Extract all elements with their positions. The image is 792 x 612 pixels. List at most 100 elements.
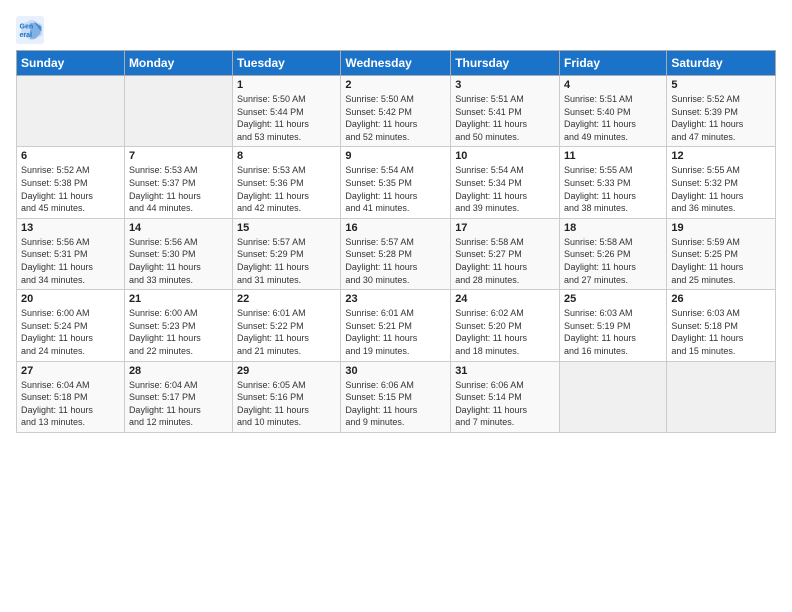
calendar-cell: 2Sunrise: 5:50 AM Sunset: 5:42 PM Daylig…: [341, 76, 451, 147]
cell-info: Sunrise: 6:02 AM Sunset: 5:20 PM Dayligh…: [455, 307, 555, 357]
cell-info: Sunrise: 5:53 AM Sunset: 5:37 PM Dayligh…: [129, 164, 228, 214]
day-number: 30: [345, 365, 446, 377]
calendar-week-row: 20 Sunrise: 6:00 AM Sunset: 5:24 PM Dayli…: [17, 290, 776, 361]
day-number: 8: [237, 150, 336, 162]
calendar-cell: 11 Sunrise: 5:55 AM Sunset: 5:33 PM Dayli…: [560, 147, 667, 218]
calendar-cell: 8 Sunrise: 5:53 AM Sunset: 5:36 PM Daylig…: [233, 147, 341, 218]
cell-info: Sunrise: 6:06 AM Sunset: 5:14 PM Dayligh…: [455, 379, 555, 429]
cell-info: Sunrise: 6:01 AM Sunset: 5:21 PM Dayligh…: [345, 307, 446, 357]
day-number: 3: [455, 79, 555, 91]
calendar-cell: 26 Sunrise: 6:03 AM Sunset: 5:18 PM Dayli…: [667, 290, 776, 361]
day-number: 22: [237, 293, 336, 305]
calendar-cell: 12 Sunrise: 5:55 AM Sunset: 5:32 PM Dayli…: [667, 147, 776, 218]
day-number: 9: [345, 150, 446, 162]
weekday-header: Friday: [560, 51, 667, 76]
weekday-header: Saturday: [667, 51, 776, 76]
day-number: 10: [455, 150, 555, 162]
calendar-cell: 16Sunrise: 5:57 AM Sunset: 5:28 PM Dayli…: [341, 218, 451, 289]
cell-info: Sunrise: 5:50 AM Sunset: 5:44 PM Dayligh…: [237, 93, 336, 143]
cell-info: Sunrise: 5:58 AM Sunset: 5:27 PM Dayligh…: [455, 236, 555, 286]
calendar-header: SundayMondayTuesdayWednesdayThursdayFrid…: [17, 51, 776, 76]
day-number: 25: [564, 293, 662, 305]
calendar-cell: 19Sunrise: 5:59 AM Sunset: 5:25 PM Dayli…: [667, 218, 776, 289]
calendar-week-row: 13 Sunrise: 5:56 AM Sunset: 5:31 PM Dayli…: [17, 218, 776, 289]
calendar-cell: [667, 361, 776, 432]
calendar-week-row: 6Sunrise: 5:52 AM Sunset: 5:38 PM Daylig…: [17, 147, 776, 218]
calendar-cell: 20 Sunrise: 6:00 AM Sunset: 5:24 PM Dayli…: [17, 290, 125, 361]
cell-info: Sunrise: 5:54 AM Sunset: 5:34 PM Dayligh…: [455, 164, 555, 214]
svg-text:eral: eral: [20, 32, 33, 39]
calendar-cell: 18 Sunrise: 5:58 AM Sunset: 5:26 PM Dayli…: [560, 218, 667, 289]
calendar-cell: [560, 361, 667, 432]
calendar-cell: 23 Sunrise: 6:01 AM Sunset: 5:21 PM Dayli…: [341, 290, 451, 361]
cell-info: Sunrise: 5:53 AM Sunset: 5:36 PM Dayligh…: [237, 164, 336, 214]
calendar-cell: 3 Sunrise: 5:51 AM Sunset: 5:41 PM Daylig…: [451, 76, 560, 147]
cell-info: Sunrise: 5:56 AM Sunset: 5:30 PM Dayligh…: [129, 236, 228, 286]
day-number: 4: [564, 79, 662, 91]
calendar-cell: 10 Sunrise: 5:54 AM Sunset: 5:34 PM Dayli…: [451, 147, 560, 218]
cell-info: Sunrise: 5:57 AM Sunset: 5:29 PM Dayligh…: [237, 236, 336, 286]
calendar-cell: 29Sunrise: 6:05 AM Sunset: 5:16 PM Dayli…: [233, 361, 341, 432]
weekday-header: Sunday: [17, 51, 125, 76]
day-number: 16: [345, 222, 446, 234]
calendar-cell: 15 Sunrise: 5:57 AM Sunset: 5:29 PM Dayli…: [233, 218, 341, 289]
cell-info: Sunrise: 6:06 AM Sunset: 5:15 PM Dayligh…: [345, 379, 446, 429]
cell-info: Sunrise: 5:54 AM Sunset: 5:35 PM Dayligh…: [345, 164, 446, 214]
day-number: 7: [129, 150, 228, 162]
cell-info: Sunrise: 5:55 AM Sunset: 5:33 PM Dayligh…: [564, 164, 662, 214]
day-number: 23: [345, 293, 446, 305]
day-number: 31: [455, 365, 555, 377]
calendar-cell: 5 Sunrise: 5:52 AM Sunset: 5:39 PM Daylig…: [667, 76, 776, 147]
calendar-cell: 7 Sunrise: 5:53 AM Sunset: 5:37 PM Daylig…: [124, 147, 232, 218]
calendar-cell: 31 Sunrise: 6:06 AM Sunset: 5:14 PM Dayli…: [451, 361, 560, 432]
day-number: 12: [671, 150, 771, 162]
logo-icon: Gen eral: [16, 16, 44, 44]
day-number: 14: [129, 222, 228, 234]
calendar-cell: 25Sunrise: 6:03 AM Sunset: 5:19 PM Dayli…: [560, 290, 667, 361]
header: Gen eral: [16, 12, 776, 44]
calendar-cell: 24 Sunrise: 6:02 AM Sunset: 5:20 PM Dayli…: [451, 290, 560, 361]
cell-info: Sunrise: 6:04 AM Sunset: 5:18 PM Dayligh…: [21, 379, 120, 429]
day-number: 18: [564, 222, 662, 234]
calendar-cell: 22 Sunrise: 6:01 AM Sunset: 5:22 PM Dayli…: [233, 290, 341, 361]
calendar-week-row: 27 Sunrise: 6:04 AM Sunset: 5:18 PM Dayli…: [17, 361, 776, 432]
day-number: 20: [21, 293, 120, 305]
cell-info: Sunrise: 5:59 AM Sunset: 5:25 PM Dayligh…: [671, 236, 771, 286]
cell-info: Sunrise: 5:58 AM Sunset: 5:26 PM Dayligh…: [564, 236, 662, 286]
cell-info: Sunrise: 6:01 AM Sunset: 5:22 PM Dayligh…: [237, 307, 336, 357]
day-number: 26: [671, 293, 771, 305]
cell-info: Sunrise: 6:03 AM Sunset: 5:18 PM Dayligh…: [671, 307, 771, 357]
day-number: 21: [129, 293, 228, 305]
calendar-cell: 9 Sunrise: 5:54 AM Sunset: 5:35 PM Daylig…: [341, 147, 451, 218]
day-number: 13: [21, 222, 120, 234]
logo: Gen eral: [16, 16, 48, 44]
day-number: 6: [21, 150, 120, 162]
day-number: 11: [564, 150, 662, 162]
calendar-cell: 28 Sunrise: 6:04 AM Sunset: 5:17 PM Dayli…: [124, 361, 232, 432]
calendar-cell: 30 Sunrise: 6:06 AM Sunset: 5:15 PM Dayli…: [341, 361, 451, 432]
day-number: 27: [21, 365, 120, 377]
calendar-cell: 4Sunrise: 5:51 AM Sunset: 5:40 PM Daylig…: [560, 76, 667, 147]
weekday-header: Thursday: [451, 51, 560, 76]
calendar-cell: 14 Sunrise: 5:56 AM Sunset: 5:30 PM Dayli…: [124, 218, 232, 289]
cell-info: Sunrise: 6:04 AM Sunset: 5:17 PM Dayligh…: [129, 379, 228, 429]
calendar-cell: 6Sunrise: 5:52 AM Sunset: 5:38 PM Daylig…: [17, 147, 125, 218]
cell-info: Sunrise: 5:56 AM Sunset: 5:31 PM Dayligh…: [21, 236, 120, 286]
day-number: 1: [237, 79, 336, 91]
calendar-cell: [124, 76, 232, 147]
cell-info: Sunrise: 5:51 AM Sunset: 5:41 PM Dayligh…: [455, 93, 555, 143]
calendar-body: 1 Sunrise: 5:50 AM Sunset: 5:44 PM Daylig…: [17, 76, 776, 433]
calendar-cell: 13 Sunrise: 5:56 AM Sunset: 5:31 PM Dayli…: [17, 218, 125, 289]
cell-info: Sunrise: 6:05 AM Sunset: 5:16 PM Dayligh…: [237, 379, 336, 429]
day-number: 28: [129, 365, 228, 377]
calendar-table: SundayMondayTuesdayWednesdayThursdayFrid…: [16, 50, 776, 433]
day-number: 5: [671, 79, 771, 91]
cell-info: Sunrise: 5:52 AM Sunset: 5:39 PM Dayligh…: [671, 93, 771, 143]
cell-info: Sunrise: 5:55 AM Sunset: 5:32 PM Dayligh…: [671, 164, 771, 214]
weekday-header: Tuesday: [233, 51, 341, 76]
calendar-week-row: 1 Sunrise: 5:50 AM Sunset: 5:44 PM Daylig…: [17, 76, 776, 147]
day-number: 15: [237, 222, 336, 234]
day-number: 24: [455, 293, 555, 305]
cell-info: Sunrise: 6:00 AM Sunset: 5:24 PM Dayligh…: [21, 307, 120, 357]
weekday-header: Wednesday: [341, 51, 451, 76]
